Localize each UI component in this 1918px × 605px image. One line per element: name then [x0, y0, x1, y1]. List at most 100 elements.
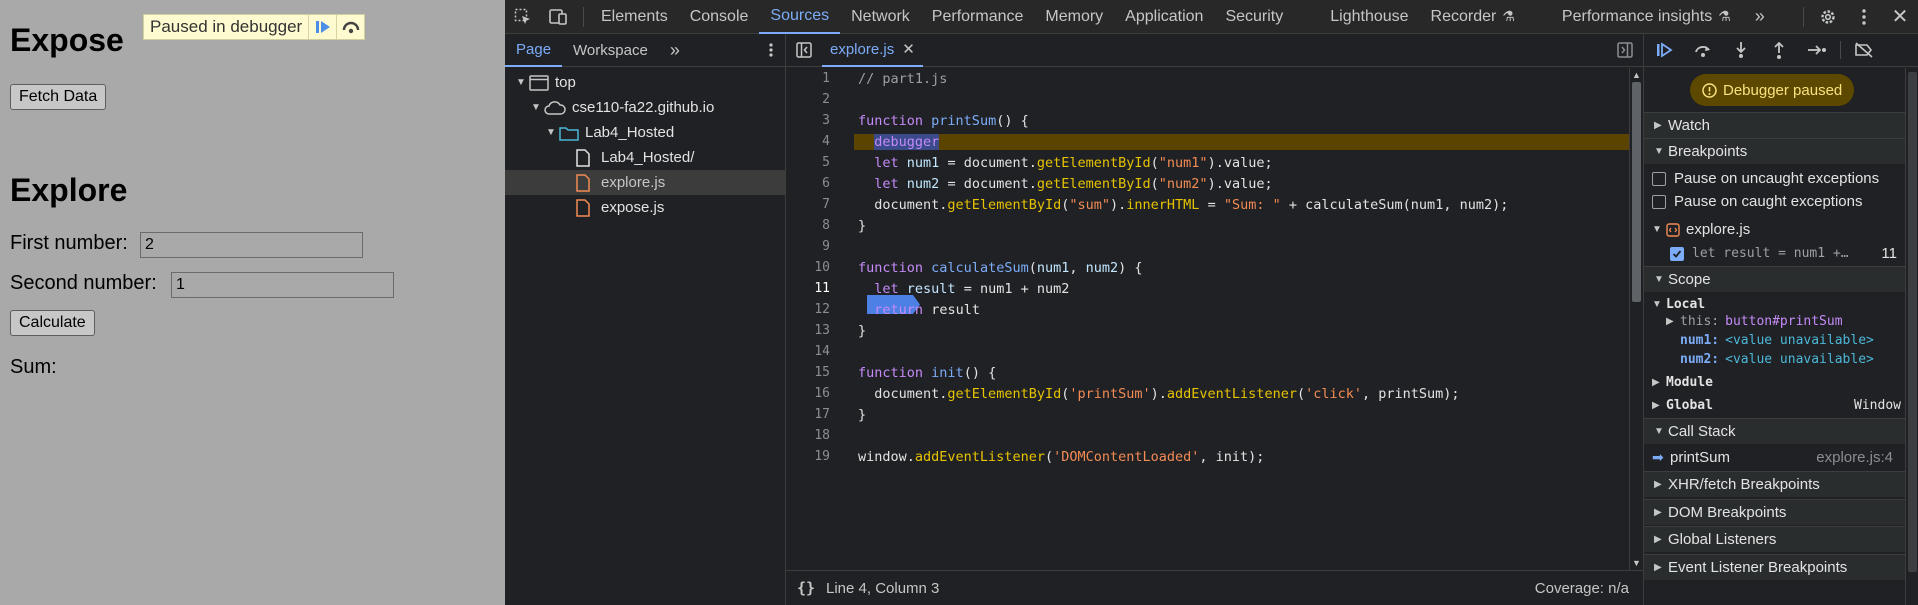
kebab-menu-icon[interactable]	[1846, 0, 1882, 34]
tab-performance-insights[interactable]: Performance insights ⚗	[1551, 0, 1742, 34]
tab-memory[interactable]: Memory	[1034, 0, 1114, 34]
resume-icon[interactable]	[1650, 36, 1680, 64]
inspect-element-icon[interactable]	[505, 0, 541, 34]
script-file-icon	[576, 198, 590, 217]
editor-tab-label: explore.js	[830, 40, 895, 58]
tab-lighthouse[interactable]: Lighthouse	[1319, 0, 1419, 34]
tree-item-document[interactable]: Lab4_Hosted/	[505, 145, 786, 170]
toggle-debugger-sidebar-icon[interactable]	[1607, 42, 1643, 58]
step-into-icon[interactable]	[1726, 36, 1756, 64]
tree-item-explore-js[interactable]: explore.js	[505, 170, 786, 195]
pause-caught-checkbox[interactable]	[1652, 194, 1666, 209]
collapsed-triangle-icon: ▶	[1652, 377, 1660, 388]
code-line: 7 document.getElementById("sum").innerHT…	[786, 194, 1629, 215]
scope-module-row[interactable]: ▶ Module	[1644, 371, 1905, 394]
tab-security[interactable]: Security	[1214, 0, 1319, 34]
tab-application[interactable]: Application	[1114, 0, 1214, 34]
scrollbar-up-arrow-icon[interactable]: ▲	[1632, 70, 1641, 80]
breakpoint-enabled-checkbox[interactable]	[1670, 246, 1684, 261]
code-area[interactable]: 1// part1.js 2 3 function printSum() { 4 …	[786, 68, 1643, 570]
expand-triangle-icon: ▼	[1652, 224, 1662, 235]
first-number-input[interactable]	[140, 232, 363, 258]
collapsed-triangle-icon: ▶	[1654, 507, 1662, 518]
editor-tabs: explore.js ✕	[786, 34, 1643, 67]
folder-icon	[559, 126, 579, 141]
event-listener-breakpoints-section-header[interactable]: ▶ Event Listener Breakpoints	[1644, 554, 1905, 580]
code-line: 12 return result	[786, 299, 1629, 320]
breakpoint-line: 11 let result = num1 + num2	[786, 278, 1629, 314]
debugger-sidebar: Debugger paused ▶ Watch ▼ Breakpoints Pa…	[1643, 34, 1918, 605]
line-number: 2	[822, 92, 830, 107]
tab-performance[interactable]: Performance	[921, 0, 1035, 34]
breakpoint-entry[interactable]: let result = num1 +… 11	[1644, 242, 1905, 265]
watch-section-header[interactable]: ▶ Watch	[1644, 112, 1905, 138]
breakpoint-file-row[interactable]: ▼ explore.js	[1644, 218, 1905, 241]
tab-page[interactable]: Page	[505, 34, 563, 67]
step-icon[interactable]	[1802, 36, 1832, 64]
navigator-menu-icon[interactable]	[757, 34, 785, 67]
explore-heading: Explore	[10, 172, 128, 208]
editor-tab-explore-js[interactable]: explore.js ✕	[822, 34, 923, 67]
toggle-navigator-icon[interactable]	[786, 42, 822, 58]
tab-workspace[interactable]: Workspace	[562, 34, 659, 67]
cloud-icon	[544, 100, 566, 115]
dom-breakpoints-section-header[interactable]: ▶ DOM Breakpoints	[1644, 499, 1905, 525]
settings-gear-icon[interactable]	[1810, 0, 1846, 34]
paused-overlay-label: Paused in debugger	[150, 17, 303, 36]
call-stack-section-header[interactable]: ▼ Call Stack	[1644, 418, 1905, 444]
sidebar-vertical-scrollbar[interactable]	[1905, 68, 1918, 605]
tab-recorder[interactable]: Recorder ⚗	[1420, 0, 1551, 34]
step-out-icon[interactable]	[1764, 36, 1794, 64]
line-number: 9	[822, 239, 830, 254]
call-frame-name: printSum	[1670, 449, 1731, 466]
collapsed-triangle-icon: ▶	[1654, 479, 1662, 490]
tree-item-folder[interactable]: ▼ Lab4_Hosted	[505, 120, 786, 145]
global-listeners-section-header[interactable]: ▶ Global Listeners	[1644, 526, 1905, 552]
scrollbar-thumb[interactable]	[1632, 82, 1641, 302]
close-devtools-icon[interactable]: ✕	[1882, 0, 1918, 34]
deactivate-breakpoints-icon[interactable]	[1849, 36, 1879, 64]
sources-navigator: Page Workspace » ▼ top ▼ cse110-fa22.git…	[505, 34, 786, 605]
scope-this-row[interactable]: ▶ this: button#printSum	[1644, 312, 1905, 331]
step-over-icon[interactable]	[1688, 36, 1718, 64]
tree-item-domain[interactable]: ▼ cse110-fa22.github.io	[505, 95, 786, 120]
scrollbar-down-arrow-icon[interactable]: ▼	[1632, 558, 1641, 568]
second-number-label: Second number:	[10, 272, 157, 294]
pause-uncaught-row[interactable]: Pause on uncaught exceptions	[1644, 167, 1905, 190]
second-number-input[interactable]	[171, 272, 394, 298]
xhr-breakpoints-section-header[interactable]: ▶ XHR/fetch Breakpoints	[1644, 471, 1905, 497]
scrollbar-thumb[interactable]	[1908, 72, 1917, 572]
pretty-print-icon[interactable]: {}	[786, 579, 826, 597]
close-tab-icon[interactable]: ✕	[902, 40, 915, 58]
fetch-data-button[interactable]: Fetch Data	[10, 84, 107, 110]
scope-section-header[interactable]: ▼ Scope	[1644, 266, 1905, 292]
breakpoints-section-header[interactable]: ▼ Breakpoints	[1644, 138, 1905, 164]
pause-caught-row[interactable]: Pause on caught exceptions	[1644, 190, 1905, 213]
step-over-icon[interactable]	[336, 15, 364, 39]
line-number: 5	[822, 155, 830, 170]
coverage-status: Coverage: n/a	[1534, 579, 1629, 597]
more-tabs-chevron-icon[interactable]: »	[1742, 0, 1778, 34]
more-navigator-tabs-icon[interactable]: »	[659, 34, 691, 67]
tab-sources[interactable]: Sources	[759, 0, 841, 34]
resume-icon[interactable]	[308, 15, 336, 39]
scope-global-row[interactable]: ▶ Global Window	[1644, 394, 1905, 417]
tab-console[interactable]: Console	[679, 0, 760, 34]
tree-item-top[interactable]: ▼ top	[505, 70, 786, 95]
expand-triangle-icon: ▼	[516, 77, 526, 88]
device-toolbar-icon[interactable]	[541, 0, 577, 34]
code-line: 15 function init() {	[786, 362, 1629, 383]
editor-vertical-scrollbar[interactable]: ▲ ▼	[1629, 68, 1643, 570]
calculate-button[interactable]: Calculate	[10, 310, 95, 336]
call-frame-printsum[interactable]: ➡ printSum explore.js:4	[1644, 446, 1905, 469]
tab-elements[interactable]: Elements	[590, 0, 679, 34]
line-number: 12	[814, 302, 830, 317]
pause-uncaught-checkbox[interactable]	[1652, 171, 1666, 186]
sum-label: Sum:	[10, 356, 57, 378]
line-number: 19	[814, 449, 830, 464]
section-title: Global Listeners	[1668, 531, 1777, 548]
scope-num2-row: num2: <value unavailable>	[1644, 350, 1905, 369]
scope-value: <value unavailable>	[1725, 352, 1874, 367]
tab-network[interactable]: Network	[840, 0, 921, 34]
tree-item-expose-js[interactable]: expose.js	[505, 195, 786, 220]
